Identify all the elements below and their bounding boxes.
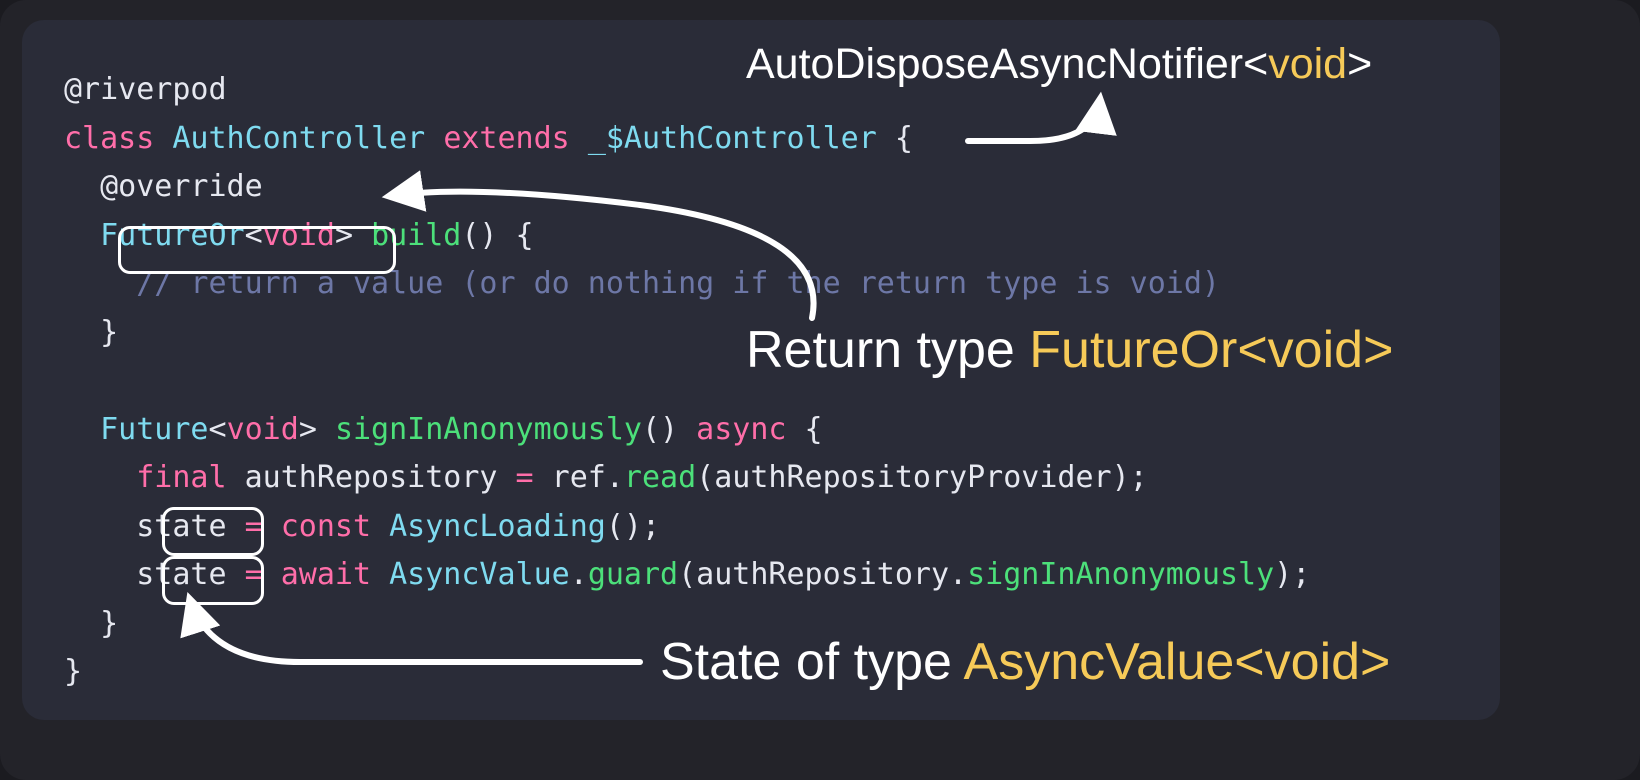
code-line: FutureOr<void> build() { bbox=[64, 212, 1310, 261]
code-token: { bbox=[786, 411, 823, 447]
code-token: . bbox=[569, 557, 588, 592]
code-token: () { bbox=[461, 217, 534, 253]
code-line: // return a value (or do nothing if the … bbox=[64, 260, 1310, 309]
code-token: AsyncLoading bbox=[389, 508, 606, 544]
code-token: FutureOr bbox=[100, 217, 245, 253]
code-token: > bbox=[334, 217, 372, 253]
code-token: } bbox=[64, 314, 119, 350]
code-token: (authRepository. bbox=[678, 557, 968, 592]
annotation-supertype-accent: void bbox=[1268, 40, 1348, 88]
code-token: void bbox=[262, 217, 335, 253]
code-token: const bbox=[280, 508, 372, 544]
code-token: > bbox=[298, 411, 335, 447]
code-token: ); bbox=[1274, 557, 1311, 592]
code-token: final bbox=[136, 460, 227, 495]
code-token: AsyncValue bbox=[389, 557, 570, 592]
code-listing: @riverpod class AuthController extends _$… bbox=[64, 66, 1310, 697]
annotation-supertype-prefix: AutoDisposeAsyncNotifier< bbox=[746, 40, 1269, 88]
code-token: _$AuthController bbox=[587, 120, 895, 156]
code-token: async bbox=[696, 411, 787, 447]
code-token: extends bbox=[443, 120, 588, 156]
code-line: Future<void> signInAnonymously() async { bbox=[64, 406, 1310, 455]
code-line: @override bbox=[64, 163, 1310, 212]
code-token: @riverpod bbox=[64, 72, 227, 107]
code-token: // return a value (or do nothing if the … bbox=[64, 266, 1220, 301]
code-line: class AuthController extends _$AuthContr… bbox=[64, 115, 1310, 164]
code-line: state = const AsyncLoading(); bbox=[64, 503, 1310, 552]
code-token: (); bbox=[605, 508, 661, 544]
code-token: await bbox=[280, 557, 372, 592]
annotation-return-type-accent: FutureOr<void> bbox=[1029, 321, 1394, 379]
code-token: ref. bbox=[533, 460, 624, 495]
code-token: < bbox=[244, 217, 263, 253]
code-token: } bbox=[64, 605, 119, 641]
code-token: = bbox=[515, 460, 534, 495]
code-token: } bbox=[64, 654, 83, 689]
annotation-state-type: State of type AsyncValue<void> bbox=[660, 632, 1390, 692]
code-token: authRepository bbox=[226, 460, 516, 495]
code-token: () bbox=[641, 411, 697, 447]
annotation-supertype: AutoDisposeAsyncNotifier<void> bbox=[746, 40, 1372, 89]
code-token: AuthController bbox=[172, 120, 444, 156]
code-token: state bbox=[64, 508, 245, 544]
code-line: state = await AsyncValue.guard(authRepos… bbox=[64, 551, 1310, 600]
code-token: build bbox=[371, 217, 462, 253]
code-token: = bbox=[244, 557, 263, 592]
code-token: read bbox=[623, 460, 697, 495]
code-line: final authRepository = ref.read(authRepo… bbox=[64, 454, 1310, 503]
annotation-supertype-suffix: > bbox=[1347, 40, 1373, 88]
code-token: (authRepositoryProvider); bbox=[696, 460, 1148, 495]
annotation-return-type-prefix: Return type bbox=[746, 321, 1030, 379]
code-token: = bbox=[244, 508, 263, 544]
code-token: < bbox=[208, 411, 227, 447]
annotation-state-type-prefix: State of type bbox=[660, 633, 964, 691]
screenshot-canvas: @riverpod class AuthController extends _$… bbox=[0, 0, 1640, 780]
code-token: Future bbox=[100, 411, 209, 447]
code-token: @override bbox=[64, 169, 263, 204]
code-token: class bbox=[64, 120, 173, 156]
code-token: { bbox=[894, 120, 913, 156]
annotation-state-type-accent: AsyncValue<void> bbox=[963, 633, 1391, 691]
code-token: void bbox=[226, 411, 299, 447]
code-token: signInAnonymously bbox=[334, 411, 642, 447]
code-token: signInAnonymously bbox=[967, 557, 1275, 592]
annotation-return-type: Return type FutureOr<void> bbox=[746, 320, 1393, 380]
code-token: guard bbox=[587, 557, 679, 592]
code-token: state bbox=[64, 557, 245, 592]
